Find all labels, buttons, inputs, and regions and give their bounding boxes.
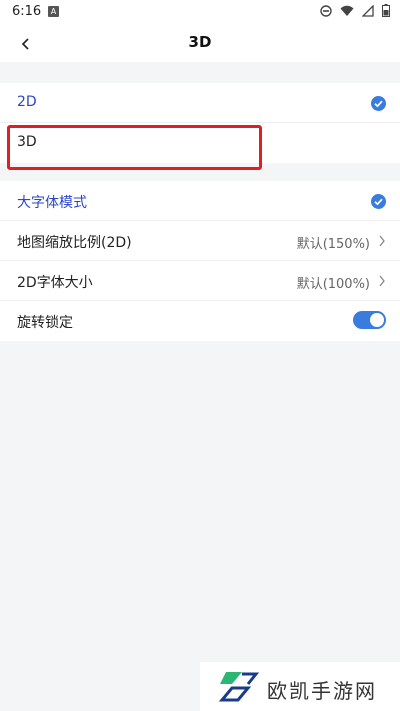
font-size-2d-row[interactable]: 2D字体大小 默认(100%) xyxy=(0,261,400,301)
map-zoom-scale-value: 默认(150%) xyxy=(296,237,370,252)
chevron-right-icon xyxy=(379,235,385,247)
watermark-logo-icon xyxy=(218,672,260,702)
signal-icon xyxy=(362,4,374,17)
option-2d-label: 2D xyxy=(17,94,37,110)
status-bar: 6:16 A xyxy=(0,0,400,24)
toggle-knob xyxy=(370,313,384,327)
settings-group: 大字体模式 地图缩放比例(2D) 默认(150%) 2D字体大小 默认(100%… xyxy=(0,181,400,341)
map-zoom-scale-row[interactable]: 地图缩放比例(2D) 默认(150%) xyxy=(0,221,400,261)
watermark-text: 欧凯手游网 xyxy=(267,679,377,703)
large-font-mode-label: 大字体模式 xyxy=(17,195,87,211)
option-2d[interactable]: 2D xyxy=(0,83,400,123)
rotation-lock-label: 旋转锁定 xyxy=(17,315,73,331)
dnd-icon xyxy=(320,4,332,17)
page-title: 3D xyxy=(188,33,212,51)
font-size-2d-label: 2D字体大小 xyxy=(17,275,93,291)
check-circle-icon xyxy=(371,194,386,209)
notification-a-icon: A xyxy=(48,6,59,17)
check-circle-icon xyxy=(371,96,386,111)
chevron-right-icon xyxy=(379,275,385,287)
app-header: 3D xyxy=(0,24,400,62)
battery-icon xyxy=(382,4,390,17)
status-time: 6:16 xyxy=(12,4,42,19)
wifi-icon xyxy=(340,5,354,16)
status-icons xyxy=(320,4,390,17)
font-size-2d-value: 默认(100%) xyxy=(296,277,370,292)
rotation-lock-row: 旋转锁定 xyxy=(0,301,400,341)
map-zoom-scale-label: 地图缩放比例(2D) xyxy=(17,235,132,251)
rotation-lock-toggle[interactable] xyxy=(353,311,386,329)
highlight-annotation-box xyxy=(7,125,262,170)
large-font-mode-row[interactable]: 大字体模式 xyxy=(0,181,400,221)
watermark: 欧凯手游网 xyxy=(200,662,400,711)
